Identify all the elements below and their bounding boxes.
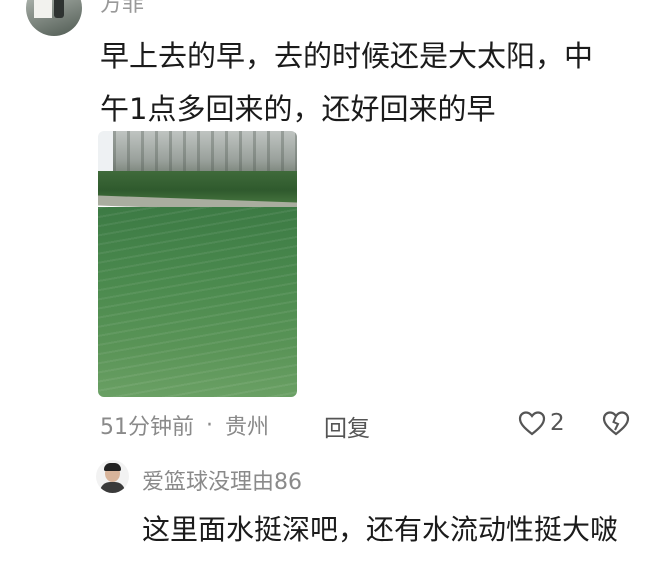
- username[interactable]: 爱篮球没理由86: [142, 464, 302, 496]
- avatar[interactable]: [26, 0, 82, 36]
- comment-text: 早上去的早，去的时候还是大太阳，中午1点多回来的，还好回来的早: [100, 39, 594, 126]
- avatar[interactable]: [96, 460, 129, 493]
- like-button[interactable]: 2: [518, 410, 565, 436]
- comment-photo[interactable]: [98, 131, 297, 397]
- avatar-hair: [104, 463, 121, 471]
- heart-icon: [518, 411, 546, 436]
- comment-meta: 51分钟前 · 贵州: [100, 409, 269, 441]
- dislike-button[interactable]: [602, 410, 630, 440]
- location: 贵州: [225, 415, 270, 440]
- timestamp: 51分钟前: [100, 415, 194, 440]
- meta-separator: ·: [206, 412, 213, 438]
- photo-water: [98, 207, 297, 397]
- like-count: 2: [550, 410, 565, 436]
- comment-text: 这里面水挺深吧，还有水流动性挺大啵: [142, 513, 619, 546]
- avatar-figure: [54, 0, 64, 18]
- avatar-background: [34, 0, 52, 18]
- username[interactable]: 方菲: [100, 0, 144, 18]
- broken-heart-icon: [602, 411, 630, 436]
- reply-button[interactable]: 回复: [324, 409, 370, 443]
- avatar-body: [100, 482, 125, 493]
